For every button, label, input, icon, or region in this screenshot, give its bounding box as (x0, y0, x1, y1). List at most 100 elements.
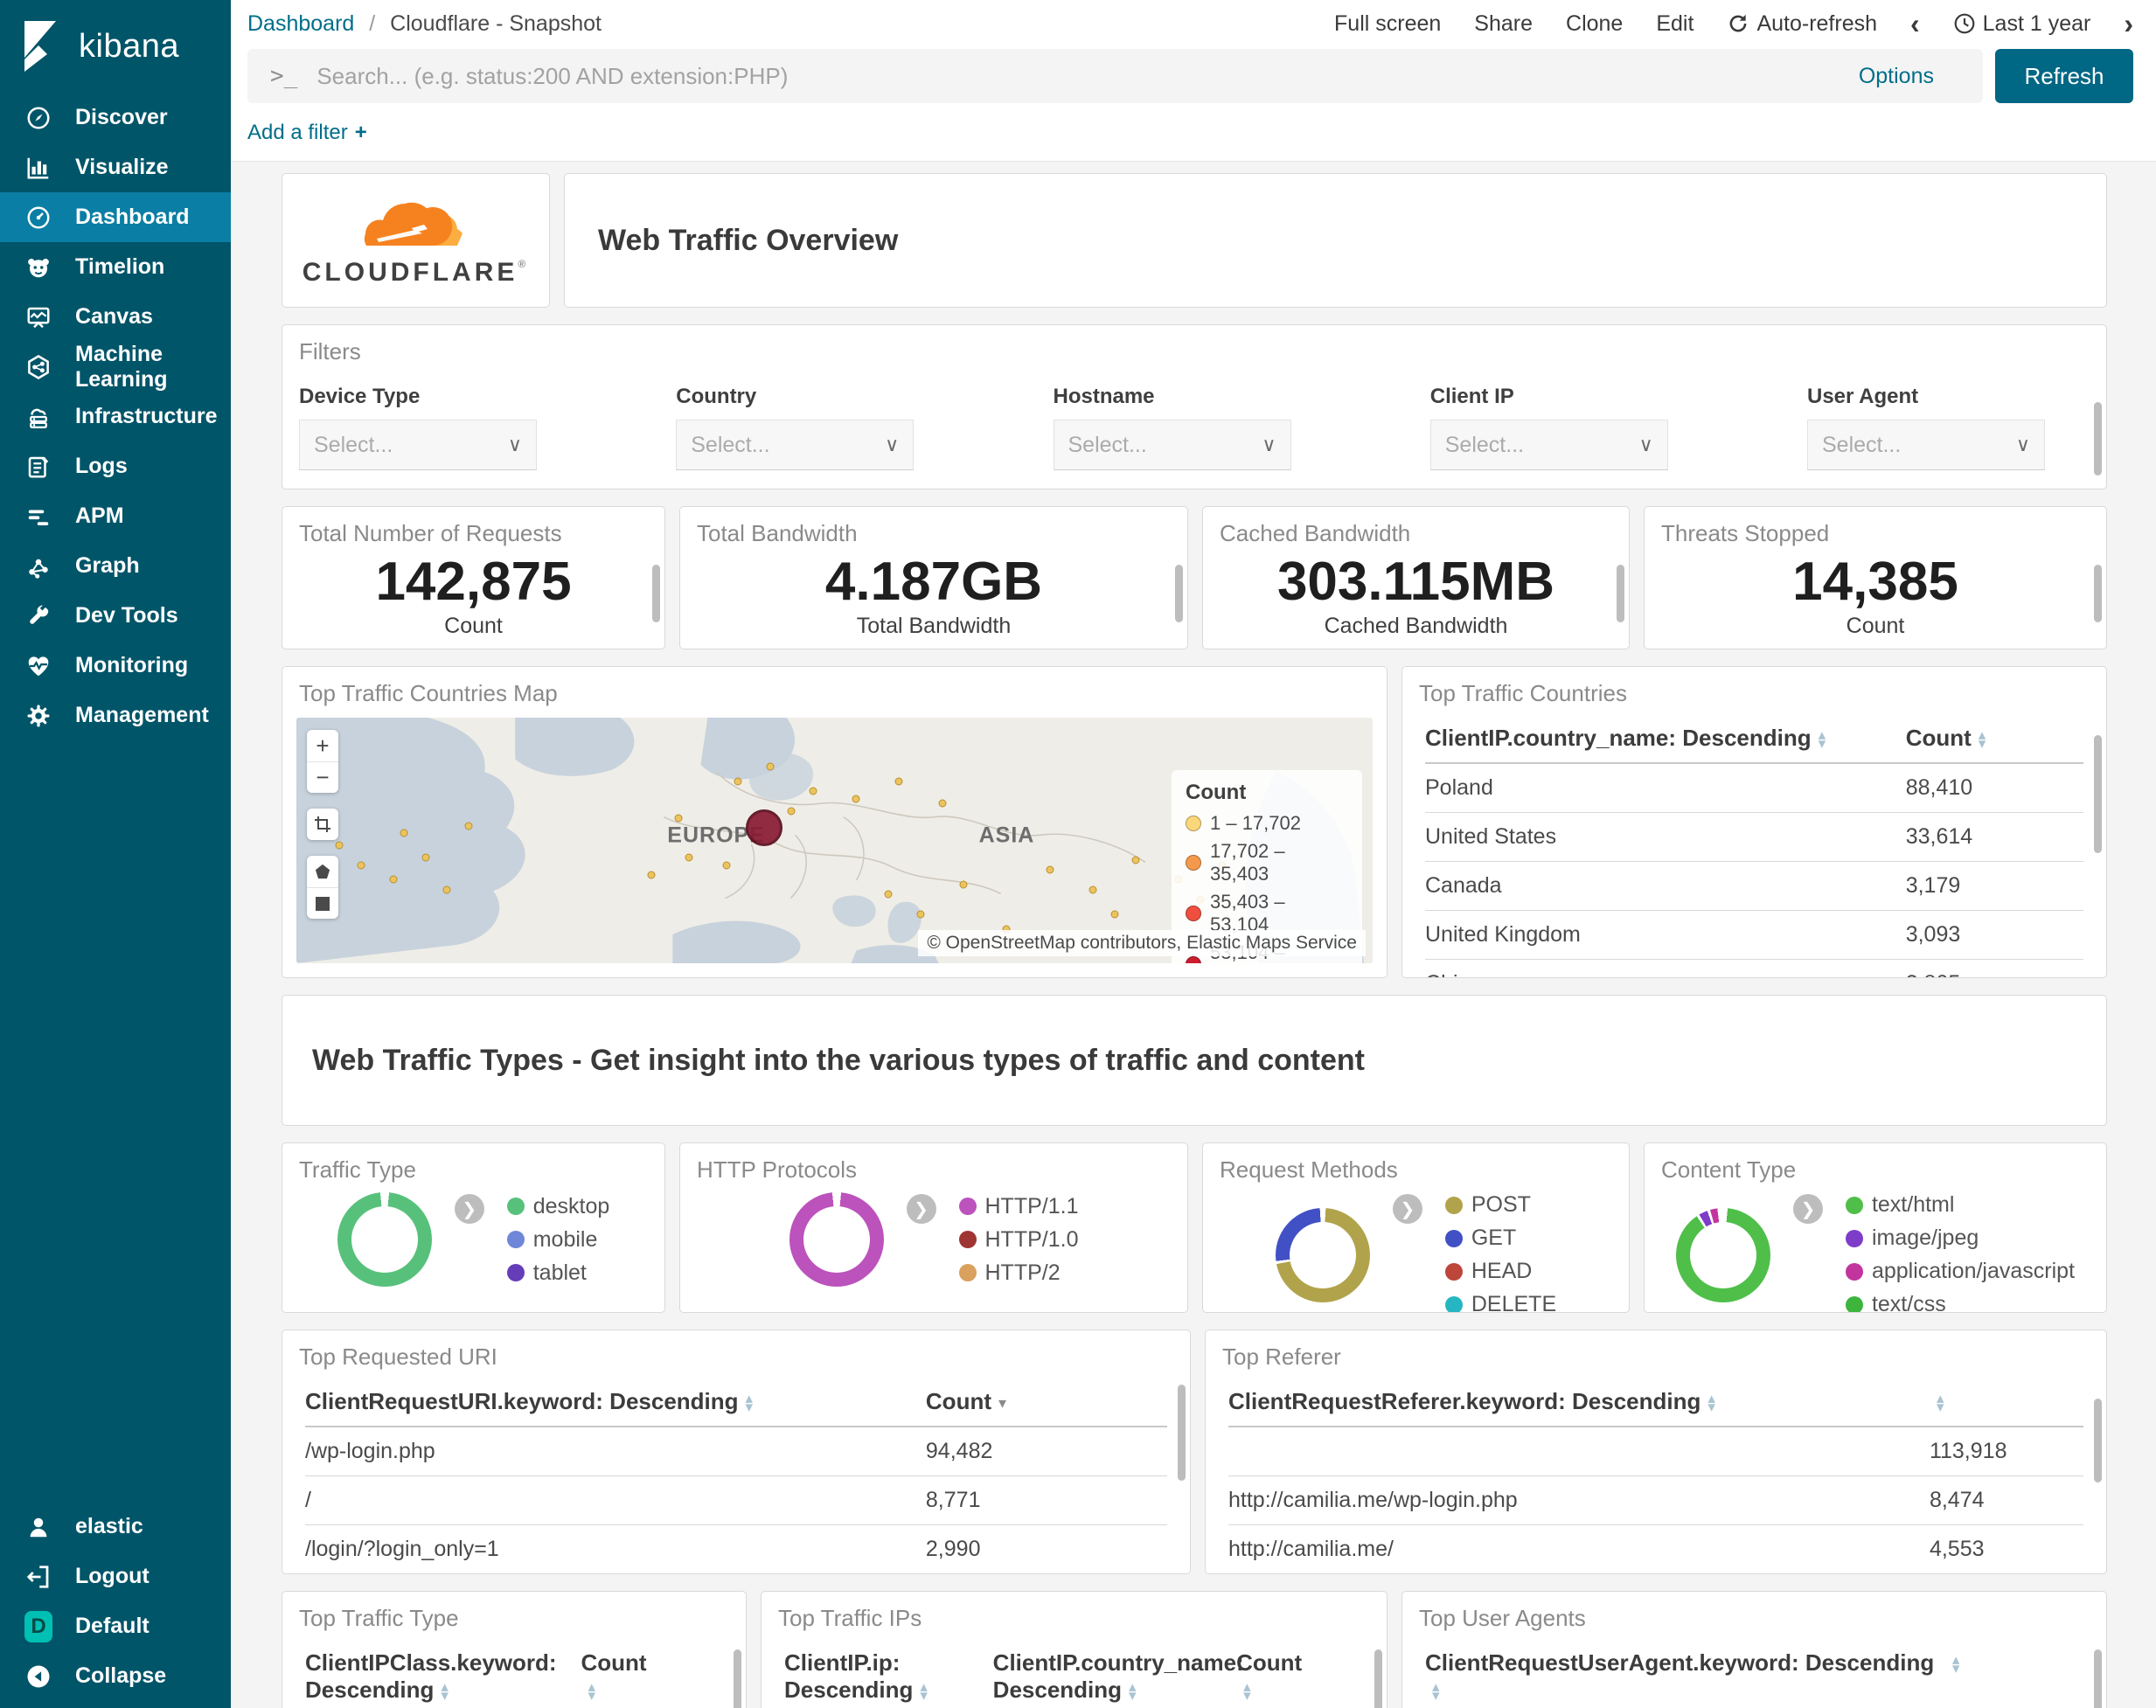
column-header[interactable]: ▴ ▾ (1929, 1376, 2083, 1427)
sidebar-item-management[interactable]: Management (0, 691, 231, 740)
sidebar-item-dashboard[interactable]: Dashboard (0, 192, 231, 242)
sidebar-item-user[interactable]: elastic (0, 1502, 231, 1552)
table-row[interactable]: http://camilia.me/wp-login.php 8,474 (1228, 1475, 2083, 1525)
add-filter-link[interactable]: Add a filter + (247, 121, 367, 144)
sidebar-item-discover[interactable]: Discover (0, 93, 231, 142)
panel-scrollbar[interactable] (2094, 402, 2102, 476)
panel-scrollbar[interactable] (1617, 565, 1624, 622)
kibana-logo[interactable]: kibana (0, 0, 231, 93)
column-header[interactable]: ClientIP.country_name: Descending ▴ ▾ (1425, 712, 1906, 764)
sidebar-item-canvas[interactable]: Canvas (0, 292, 231, 342)
map-data-point[interactable] (938, 799, 947, 808)
panel-scrollbar[interactable] (2094, 1399, 2102, 1482)
map-data-point[interactable] (1088, 885, 1097, 894)
map-data-point[interactable] (894, 777, 903, 786)
share-button[interactable]: Share (1474, 11, 1533, 37)
legend-item[interactable]: desktop (506, 1194, 609, 1219)
sidebar-item-infrastructure[interactable]: Infrastructure (0, 392, 231, 441)
legend-item[interactable]: HTTP/1.0 (958, 1227, 1078, 1253)
legend-item[interactable]: HEAD (1444, 1259, 1556, 1284)
column-header[interactable]: ClientIP.ip: Descending ▴ ▾ (784, 1637, 993, 1708)
crop-tool-button[interactable] (307, 809, 338, 840)
map-canvas[interactable]: EUROPE ASIA + − Count 1 – 17,702 17,702 … (296, 718, 1373, 963)
rectangle-tool-button[interactable] (307, 887, 338, 919)
search-input[interactable] (316, 62, 1850, 90)
legend-toggle-icon[interactable]: ❯ (1392, 1194, 1422, 1224)
table-row[interactable]: /8,771 (305, 1475, 1167, 1525)
map-attribution[interactable]: © OpenStreetMap contributors, Elastic Ma… (918, 930, 1366, 956)
table-row[interactable]: /xmlrpc.php1,394 (305, 1574, 1167, 1575)
map-data-point[interactable] (1131, 856, 1140, 864)
user-agent-select[interactable]: Select... ∨ (1807, 420, 2045, 470)
panel-scrollbar[interactable] (2094, 565, 2102, 622)
table-row[interactable]: United Kingdom 3,093 (1425, 910, 2083, 960)
map-data-point[interactable] (766, 762, 775, 771)
edit-button[interactable]: Edit (1656, 11, 1694, 37)
map-data-point[interactable] (722, 861, 731, 870)
table-row[interactable]: United States 33,614 (1425, 812, 2083, 862)
map-data-point[interactable] (647, 871, 656, 879)
map-data-point[interactable] (852, 795, 860, 803)
legend-item[interactable]: GET (1444, 1225, 1556, 1251)
column-header[interactable]: Count ▴ ▾ (1236, 1637, 1364, 1708)
panel-scrollbar[interactable] (1178, 1385, 1186, 1481)
table-row[interactable]: /login/?login_only=1 2,990 (305, 1524, 1167, 1573)
map-data-point[interactable] (674, 814, 683, 823)
table-row[interactable]: Poland 88,410 (1425, 763, 2083, 813)
hostname-select[interactable]: Select... ∨ (1053, 420, 1291, 470)
options-link[interactable]: Options (1859, 64, 1934, 89)
column-header[interactable]: ▴ ▾ (1944, 1637, 2083, 1708)
legend-item[interactable]: text/html (1845, 1192, 2075, 1218)
column-header[interactable]: ClientRequestURI.keyword: Descending ▴ ▾ (305, 1376, 926, 1427)
column-header[interactable]: ClientIP.country_name: Descending ▴ ▾ (992, 1637, 1244, 1708)
table-row[interactable]: China2,805 (1425, 959, 2083, 977)
map-data-point[interactable] (809, 787, 817, 795)
sidebar-item-apm[interactable]: APM (0, 491, 231, 541)
map-data-point[interactable] (959, 880, 968, 889)
traffic-bubble-poland[interactable] (746, 809, 783, 847)
auto-refresh-button[interactable]: Auto-refresh (1727, 11, 1877, 37)
panel-scrollbar[interactable] (1175, 565, 1183, 622)
search-box[interactable]: >_ Options (247, 49, 1983, 103)
map-data-point[interactable] (685, 853, 693, 862)
country-select[interactable]: Select... ∨ (676, 420, 915, 470)
client-ip-select[interactable]: Select... ∨ (1429, 420, 1668, 470)
sidebar-item-monitoring[interactable]: Monitoring (0, 641, 231, 691)
legend-item[interactable]: tablet (506, 1260, 610, 1286)
column-header[interactable]: ClientIPClass.keyword: Descending ▴ ▾ (305, 1637, 581, 1708)
zoom-out-button[interactable]: − (307, 761, 338, 793)
map-data-point[interactable] (884, 890, 893, 899)
column-header[interactable]: Count ▴ ▾ (1905, 712, 2083, 764)
map-data-point[interactable] (400, 829, 408, 837)
map-data-point[interactable] (787, 807, 796, 816)
polygon-tool-button[interactable] (307, 856, 338, 887)
legend-item[interactable]: HTTP/1.1 (958, 1194, 1078, 1219)
column-header[interactable]: Count ▴ ▾ (581, 1637, 723, 1708)
column-header[interactable]: Count ▾ (925, 1376, 1167, 1427)
time-back-button[interactable]: ‹ (1910, 10, 1920, 38)
sidebar-item-visualize[interactable]: Visualize (0, 142, 231, 192)
table-row[interactable]: Canada 3,179 (1425, 861, 2083, 911)
panel-scrollbar[interactable] (734, 1649, 741, 1708)
legend-toggle-icon[interactable]: ❯ (1792, 1194, 1823, 1224)
legend-item[interactable]: mobile (506, 1227, 610, 1253)
clone-button[interactable]: Clone (1566, 11, 1623, 37)
map-data-point[interactable] (335, 841, 344, 850)
legend-toggle-icon[interactable]: ❯ (906, 1194, 936, 1224)
time-picker-button[interactable]: Last 1 year (1953, 11, 2090, 37)
map-data-point[interactable] (442, 885, 451, 894)
sidebar-item-dev-tools[interactable]: Dev Tools (0, 591, 231, 641)
time-forward-button[interactable]: › (2124, 10, 2133, 38)
map-data-point[interactable] (1046, 865, 1054, 874)
sidebar-item-space-default[interactable]: D Default (0, 1601, 231, 1651)
map-data-point[interactable] (357, 861, 365, 870)
legend-item[interactable]: DELETE (1444, 1292, 1556, 1312)
legend-item[interactable]: HTTP/2 (958, 1260, 1079, 1286)
table-row[interactable]: http://camilia.me/index.php/2017/06/17/w… (1228, 1574, 2083, 1575)
map-data-point[interactable] (734, 777, 742, 786)
sidebar-item-logout[interactable]: Logout (0, 1552, 231, 1601)
map-data-point[interactable] (389, 875, 398, 884)
legend-item[interactable]: image/jpeg (1845, 1225, 2075, 1251)
legend-item[interactable]: POST (1444, 1192, 1556, 1218)
map-data-point[interactable] (916, 910, 925, 919)
